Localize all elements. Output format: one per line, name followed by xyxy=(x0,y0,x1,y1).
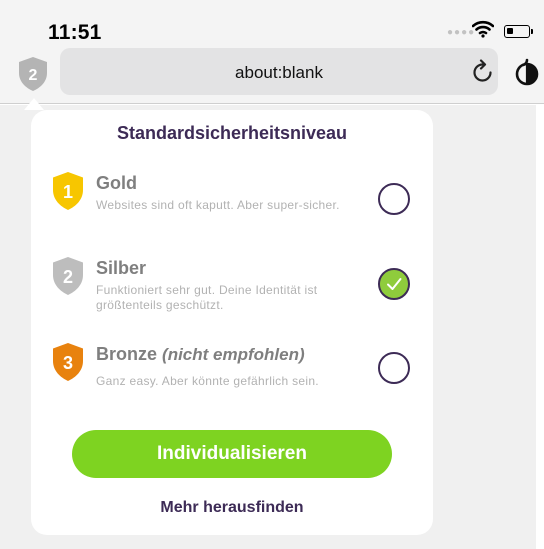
shield-level-number: 2 xyxy=(29,67,38,84)
option-gold-description: Websites sind oft kaputt. Aber super-sic… xyxy=(96,198,340,212)
option-silver-title-text: Silber xyxy=(96,258,147,278)
option-bronze-note: (nicht empfohlen) xyxy=(162,345,305,364)
gold-level-number: 1 xyxy=(63,182,73,202)
battery-cap xyxy=(531,29,533,34)
status-bar: 11:51 ●●●● xyxy=(0,0,544,44)
gold-shield-icon: 1 xyxy=(53,172,83,210)
option-gold-title: Gold xyxy=(96,173,137,194)
browser-toolbar: 2 about:blank xyxy=(0,44,544,104)
bronze-radio-button[interactable] xyxy=(378,352,410,384)
wifi-icon xyxy=(472,20,494,38)
popup-title: Standardsicherheitsniveau xyxy=(116,123,348,143)
page-edge xyxy=(536,105,544,549)
silver-radio-button[interactable] xyxy=(378,268,410,300)
option-bronze-description: Ganz easy. Aber könnte gefährlich sein. xyxy=(96,374,319,388)
tracker-icon[interactable] xyxy=(514,58,540,86)
option-gold-title-text: Gold xyxy=(96,173,137,193)
url-bar[interactable]: about:blank xyxy=(60,48,498,95)
option-silver-title: Silber xyxy=(96,258,146,279)
battery-fill xyxy=(507,28,513,34)
option-gold[interactable]: 1 Gold Websites sind oft kaputt. Aber su… xyxy=(31,171,433,241)
learn-more-link[interactable]: Mehr herausfinden xyxy=(31,499,433,517)
bronze-shield-icon: 3 xyxy=(53,343,83,381)
shield-level-button[interactable]: 2 xyxy=(17,56,49,92)
battery-icon xyxy=(504,25,530,38)
option-bronze[interactable]: 3 Bronze (nicht empfohlen) Ganz easy. Ab… xyxy=(31,342,433,412)
checkmark-icon xyxy=(387,278,402,290)
reload-icon[interactable] xyxy=(472,59,494,83)
option-silver[interactable]: 2 Silber Funktioniert sehr gut. Deine Id… xyxy=(31,256,433,326)
option-silver-description: Funktioniert sehr gut. Deine Identität i… xyxy=(96,283,318,312)
popup-arrow xyxy=(24,98,44,110)
silver-level-number: 2 xyxy=(63,267,73,287)
silver-shield-icon: 2 xyxy=(53,257,83,295)
customize-button[interactable]: Individualisieren xyxy=(72,430,392,478)
option-bronze-title-text: Bronze xyxy=(96,344,158,364)
security-level-popup: Standardsicherheitsniveau 1 Gold Website… xyxy=(31,110,433,535)
url-text: about:blank xyxy=(235,63,323,82)
option-bronze-title: Bronze (nicht empfohlen) xyxy=(96,344,305,365)
status-time: 11:51 xyxy=(48,21,102,44)
gold-radio-button[interactable] xyxy=(378,183,410,215)
signal-icon: ●●●● xyxy=(447,27,476,38)
bronze-level-number: 3 xyxy=(63,353,73,373)
